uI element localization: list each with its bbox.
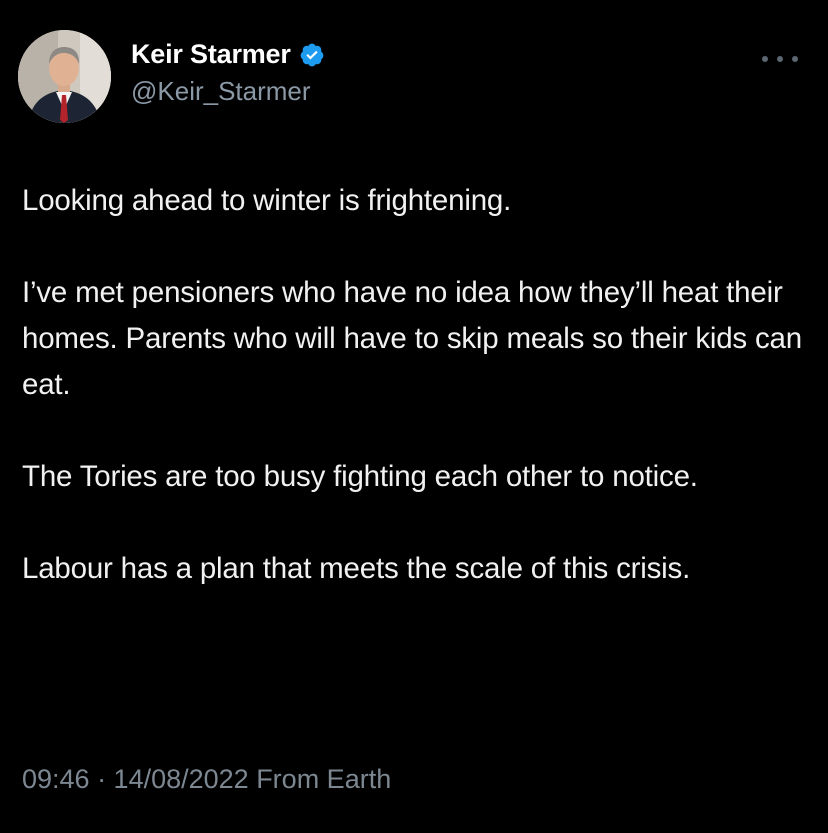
display-name[interactable]: Keir Starmer: [131, 39, 291, 70]
tweet-text: Looking ahead to winter is frightening. …: [22, 178, 812, 592]
tweet-header: Keir Starmer @Keir_Starmer: [18, 28, 325, 124]
tweet-paragraph: I’ve met pensioners who have no idea how…: [22, 276, 802, 401]
tweet-paragraph: The Tories are too busy fighting each ot…: [22, 460, 698, 493]
dot-icon: [792, 56, 798, 62]
tweet-timestamp[interactable]: 09:46 · 14/08/2022 From Earth: [22, 764, 391, 795]
avatar[interactable]: [18, 29, 111, 123]
tweet-paragraph: Looking ahead to winter is frightening.: [22, 184, 512, 217]
more-options-icon[interactable]: [762, 52, 798, 66]
tweet-card: Keir Starmer @Keir_Starmer Looking ahead…: [0, 0, 828, 833]
author-block: Keir Starmer @Keir_Starmer: [131, 39, 325, 107]
dot-icon: [777, 56, 783, 62]
handle[interactable]: @Keir_Starmer: [131, 76, 325, 107]
verified-badge-icon: [299, 42, 325, 68]
dot-icon: [762, 56, 768, 62]
tweet-paragraph: Labour has a plan that meets the scale o…: [22, 552, 691, 585]
name-row: Keir Starmer: [131, 39, 325, 70]
